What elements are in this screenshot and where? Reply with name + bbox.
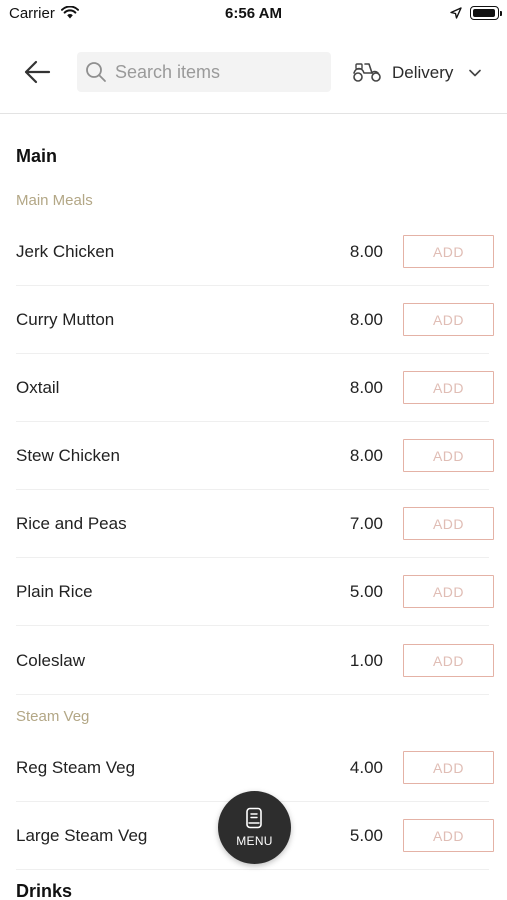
menu-item: Rice and Peas 7.00 ADD [0,490,507,558]
item-price: 8.00 [349,446,383,465]
item-price: 1.00 [349,651,383,670]
item-price: 7.00 [349,514,383,533]
item-price: 5.00 [349,826,383,845]
search-box[interactable] [77,52,331,92]
menu-fab-button[interactable]: MENU [218,791,291,864]
location-arrow-icon [450,7,462,19]
back-button[interactable] [22,58,52,86]
item-name: Coleslaw [16,651,85,670]
item-price: 4.00 [349,758,383,777]
add-button[interactable]: ADD [403,303,494,336]
item-price: 5.00 [349,582,383,601]
item-name: Large Steam Veg [16,826,148,845]
delivery-label: Delivery [392,63,454,82]
item-name: Oxtail [16,378,60,397]
menu-book-icon [246,807,262,829]
menu-item: Stew Chicken 8.00 ADD [0,422,507,490]
item-price: 8.00 [349,242,383,261]
menu-item: Curry Mutton 8.00 ADD [0,286,507,354]
item-name: Stew Chicken [16,446,120,465]
add-button[interactable]: ADD [403,819,494,852]
item-price: 8.00 [349,310,383,329]
status-bar: Carrier 6:56 AM [0,0,507,28]
section-title-main: Main [16,146,58,166]
header: Delivery [0,28,507,114]
scooter-icon [353,63,381,82]
divider [16,869,489,870]
chevron-down-icon [469,69,481,77]
menu-item: Jerk Chicken 8.00 ADD [0,218,507,286]
add-button[interactable]: ADD [403,751,494,784]
divider [16,694,489,695]
add-button[interactable]: ADD [403,644,494,677]
delivery-selector[interactable]: Delivery [352,58,492,88]
back-arrow-icon [24,60,51,84]
item-name: Rice and Peas [16,514,127,533]
add-button[interactable]: ADD [403,439,494,472]
category-steam-veg: Steam Veg [16,708,90,725]
search-icon [86,62,106,82]
item-name: Reg Steam Veg [16,758,136,777]
add-button[interactable]: ADD [403,575,494,608]
add-button[interactable]: ADD [403,507,494,540]
menu-item: Oxtail 8.00 ADD [0,354,507,422]
category-main-meals: Main Meals [16,192,93,209]
item-price: 8.00 [349,378,383,397]
status-time: 6:56 AM [225,5,282,22]
item-name: Plain Rice [16,582,93,601]
add-button[interactable]: ADD [403,235,494,268]
item-name: Jerk Chicken [16,242,115,261]
menu-item: Coleslaw 1.00 ADD [0,627,507,695]
item-name: Curry Mutton [16,310,115,329]
menu-item: Plain Rice 5.00 ADD [0,558,507,626]
search-input[interactable] [115,52,325,92]
menu-fab-label: MENU [236,834,273,848]
divider [16,625,489,626]
battery-icon [470,6,502,20]
add-button[interactable]: ADD [403,371,494,404]
section-title-drinks: Drinks [16,881,73,900]
